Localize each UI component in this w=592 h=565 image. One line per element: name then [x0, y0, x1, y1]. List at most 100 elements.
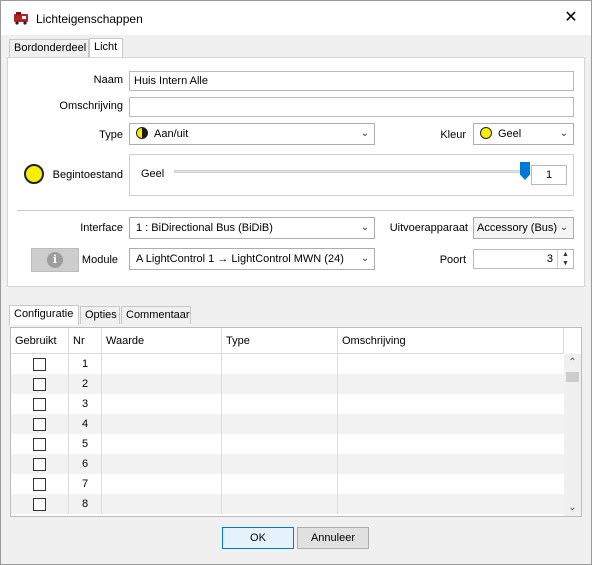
omschrijving-cell[interactable] — [338, 494, 564, 514]
brightness-slider-track[interactable] — [174, 170, 524, 173]
tab-bordonderdeel[interactable]: Bordonderdeel — [9, 39, 89, 57]
waarde-cell[interactable] — [102, 474, 222, 494]
uitvoerapparaat-select[interactable]: Accessory (Bus) ⌄ — [473, 217, 574, 239]
gebruikt-cell — [11, 474, 69, 494]
chevron-down-icon: ⌄ — [559, 128, 569, 139]
gebruikt-checkbox[interactable] — [33, 458, 46, 471]
column-header-waarde[interactable]: Waarde — [102, 328, 222, 354]
gebruikt-checkbox[interactable] — [33, 358, 46, 371]
nr-cell: 4 — [69, 414, 102, 434]
table-row[interactable]: 4 — [11, 414, 564, 434]
gebruikt-checkbox[interactable] — [33, 378, 46, 391]
column-header-omschrijving[interactable]: Omschrijving — [338, 328, 564, 354]
type-select[interactable]: Aan/uit ⌄ — [129, 123, 375, 145]
type-cell[interactable] — [222, 414, 338, 434]
type-cell[interactable] — [222, 474, 338, 494]
type-cell[interactable] — [222, 454, 338, 474]
scroll-up-icon[interactable]: ⌃ — [564, 354, 581, 371]
nr-cell: 5 — [69, 434, 102, 454]
nr-cell: 3 — [69, 394, 102, 414]
type-cell[interactable] — [222, 354, 338, 374]
naam-field[interactable]: Huis Intern Alle — [129, 71, 574, 91]
module-value: A LightControl 1 → LightControl MWN (24) — [136, 253, 344, 265]
type-cell[interactable] — [222, 394, 338, 414]
dialog-window: Lichteigenschappen ✕ Bordonderdeel Licht… — [0, 0, 592, 565]
gebruikt-cell — [11, 414, 69, 434]
close-icon[interactable]: ✕ — [557, 6, 585, 30]
window-title: Lichteigenschappen — [36, 12, 143, 26]
chevron-down-icon: ⌄ — [559, 222, 569, 233]
gebruikt-cell — [11, 394, 69, 414]
nr-cell: 8 — [69, 494, 102, 514]
gebruikt-checkbox[interactable] — [33, 398, 46, 411]
waarde-cell[interactable] — [102, 494, 222, 514]
scroll-down-icon[interactable]: ⌄ — [564, 499, 581, 516]
interface-select[interactable]: 1 : BiDirectional Bus (BiDiB) ⌄ — [129, 217, 375, 239]
licht-panel: Naam Huis Intern Alle Omschrijving Type … — [7, 57, 585, 287]
type-cell[interactable] — [222, 494, 338, 514]
yellow-color-icon — [480, 127, 492, 139]
locomotive-icon — [14, 12, 28, 25]
column-header-type[interactable]: Type — [222, 328, 338, 354]
gebruikt-checkbox[interactable] — [33, 478, 46, 491]
gebruikt-cell — [11, 374, 69, 394]
interface-value: 1 : BiDirectional Bus (BiDiB) — [136, 222, 273, 234]
info-icon: i — [47, 252, 63, 268]
table-row[interactable]: 1 — [11, 354, 564, 374]
table-row[interactable]: 2 — [11, 374, 564, 394]
kleur-label: Kleur — [440, 129, 466, 141]
table-row[interactable]: 3 — [11, 394, 564, 414]
waarde-cell[interactable] — [102, 374, 222, 394]
begintoestand-light-icon — [24, 164, 44, 184]
spinner-arrows-icon[interactable]: ▲ ▼ — [557, 250, 573, 268]
module-select[interactable]: A LightControl 1 → LightControl MWN (24)… — [129, 248, 375, 270]
poort-spinner[interactable]: 3 ▲ ▼ — [473, 249, 574, 269]
column-header-gebruikt[interactable]: Gebruikt — [11, 328, 69, 354]
gebruikt-cell — [11, 494, 69, 514]
gebruikt-checkbox[interactable] — [33, 438, 46, 451]
uitvoerapparaat-value: Accessory (Bus) — [477, 222, 558, 234]
geel-value-field[interactable]: 1 — [531, 165, 567, 185]
waarde-cell[interactable] — [102, 454, 222, 474]
table-row[interactable]: 7 — [11, 474, 564, 494]
waarde-cell[interactable] — [102, 414, 222, 434]
interface-label: Interface — [80, 222, 123, 234]
omschrijving-cell[interactable] — [338, 354, 564, 374]
gebruikt-checkbox[interactable] — [33, 498, 46, 511]
column-header-nr[interactable]: Nr — [69, 328, 102, 354]
table-row[interactable]: 8 — [11, 494, 564, 514]
tab-configuratie[interactable]: Configuratie — [9, 305, 79, 325]
table-row[interactable]: 5 — [11, 434, 564, 454]
module-label: Module — [81, 254, 118, 266]
uitvoerapparaat-label: Uitvoerapparaat — [389, 222, 468, 234]
omschrijving-cell[interactable] — [338, 454, 564, 474]
brightness-slider-thumb[interactable] — [520, 162, 530, 180]
waarde-cell[interactable] — [102, 434, 222, 454]
omschrijving-cell[interactable] — [338, 394, 564, 414]
omschrijving-field[interactable] — [129, 97, 574, 117]
tab-licht[interactable]: Licht — [89, 38, 123, 58]
omschrijving-cell[interactable] — [338, 474, 564, 494]
omschrijving-cell[interactable] — [338, 374, 564, 394]
tab-commentaar[interactable]: Commentaar — [121, 306, 191, 324]
poort-value: 3 — [546, 253, 553, 265]
waarde-cell[interactable] — [102, 394, 222, 414]
vertical-scrollbar[interactable]: ⌃ ⌄ — [564, 354, 581, 516]
gebruikt-checkbox[interactable] — [33, 418, 46, 431]
table-row[interactable]: 6 — [11, 454, 564, 474]
gebruikt-cell — [11, 454, 69, 474]
configuratie-table: Gebruikt Nr Waarde Type Omschrijving 123… — [10, 327, 582, 517]
kleur-select[interactable]: Geel ⌄ — [473, 123, 574, 145]
title-bar: Lichteigenschappen ✕ — [1, 1, 591, 35]
omschrijving-cell[interactable] — [338, 414, 564, 434]
type-cell[interactable] — [222, 374, 338, 394]
waarde-cell[interactable] — [102, 354, 222, 374]
scrollbar-thumb[interactable] — [566, 372, 579, 382]
omschrijving-cell[interactable] — [338, 434, 564, 454]
nr-cell: 2 — [69, 374, 102, 394]
ok-button[interactable]: OK — [222, 527, 294, 549]
begintoestand-label: Begintoestand — [52, 169, 123, 181]
cancel-button[interactable]: Annuleer — [297, 527, 369, 549]
type-cell[interactable] — [222, 434, 338, 454]
tab-opties[interactable]: Opties — [80, 306, 120, 324]
